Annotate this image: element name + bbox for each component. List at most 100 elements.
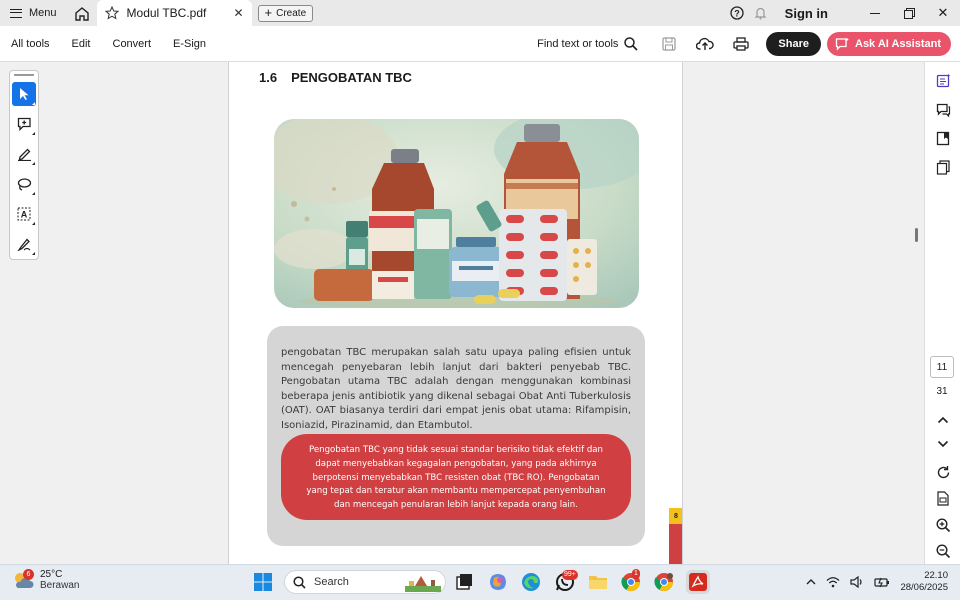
svg-text:A: A <box>21 210 28 220</box>
content-textbox: pengobatan TBC merupakan salah satu upay… <box>267 326 645 546</box>
page-number-tag: 8 <box>669 508 682 524</box>
star-icon[interactable] <box>104 6 119 20</box>
create-label: Create <box>276 7 307 19</box>
comment-plus-icon <box>17 117 31 131</box>
search-icon <box>624 36 639 51</box>
medicine-illustration <box>274 119 639 308</box>
copilot-icon[interactable] <box>488 572 508 592</box>
zoom-out-icon[interactable] <box>933 541 953 561</box>
weather-widget[interactable]: 25°C Berawan <box>12 569 79 591</box>
file-explorer-icon[interactable] <box>588 572 608 592</box>
menu-convert[interactable]: Convert <box>102 38 163 50</box>
ai-chat-icon <box>835 37 849 51</box>
section-number: 1.6 <box>259 70 278 85</box>
plus-icon: + <box>264 5 273 20</box>
previous-page-icon[interactable] <box>933 410 953 430</box>
notification-bell-icon[interactable] <box>749 0 773 26</box>
chrome-badge: 1 <box>632 569 640 579</box>
time: 22.10 <box>924 570 948 581</box>
search-highlight-icon <box>405 576 441 592</box>
page-thumbnails-icon[interactable] <box>933 157 953 177</box>
help-icon[interactable]: ? <box>725 0 749 26</box>
next-page-icon[interactable] <box>933 434 953 454</box>
ai-assistant-button[interactable]: Ask AI Assistant <box>827 31 951 56</box>
cursor-arrow-icon <box>20 88 29 100</box>
close-icon: ✕ <box>937 5 949 20</box>
total-pages: 31 <box>936 386 948 397</box>
print-icon[interactable] <box>726 29 756 59</box>
pen-icon <box>17 148 31 161</box>
main-toolbar: All tools Edit Convert E-Sign Find text … <box>0 26 960 62</box>
medicine-bottles-image <box>274 119 639 308</box>
restore-icon <box>903 7 915 19</box>
right-rail <box>924 62 960 564</box>
find-label: Find text or tools <box>537 37 619 50</box>
battery-icon[interactable] <box>874 576 890 588</box>
warning-callout: Pengobatan TBC yang tidak sesuai standar… <box>281 434 631 520</box>
text-box-tool[interactable]: A <box>12 202 36 226</box>
menu-edit[interactable]: Edit <box>61 38 102 50</box>
signature-pen-icon <box>17 238 30 251</box>
volume-icon[interactable] <box>850 576 864 588</box>
home-icon <box>74 6 89 21</box>
bookmarks-icon[interactable] <box>933 128 953 148</box>
windows-start-icon[interactable] <box>254 573 272 591</box>
find-tools-button[interactable]: Find text or tools <box>537 36 639 51</box>
menu-esign[interactable]: E-Sign <box>162 38 217 50</box>
task-view-icon[interactable] <box>454 572 474 592</box>
svg-text:?: ? <box>734 9 740 19</box>
search-label: Search <box>314 576 349 588</box>
menu-label: Menu <box>29 7 57 19</box>
ai-summary-icon[interactable] <box>933 70 953 90</box>
system-tray: 22.10 28/06/2025 <box>806 570 948 594</box>
comments-icon[interactable] <box>933 100 953 120</box>
sign-in-button[interactable]: Sign in <box>785 6 828 21</box>
add-comment-tool[interactable] <box>12 112 36 136</box>
weather-condition: Berawan <box>40 580 80 591</box>
section-heading: 1.6 PENGOBATAN TBC <box>259 70 412 85</box>
create-button[interactable]: + Create <box>257 4 314 22</box>
whatsapp-badge: 99+ <box>562 570 578 580</box>
hamburger-icon <box>10 8 22 18</box>
edge-browser-icon[interactable] <box>521 572 541 592</box>
taskbar-search[interactable]: Search <box>284 570 446 594</box>
sign-tool[interactable] <box>12 232 36 256</box>
save-icon[interactable] <box>654 29 684 59</box>
rotate-icon[interactable] <box>933 462 953 482</box>
zoom-in-icon[interactable] <box>933 515 953 535</box>
current-page-input[interactable]: 11 <box>930 356 954 378</box>
lasso-icon <box>17 178 31 191</box>
select-tool[interactable] <box>12 82 36 106</box>
title-bar: Menu Modul TBC.pdf ✕ + Create ? Sign in … <box>0 0 960 26</box>
menu-button[interactable]: Menu <box>0 0 67 26</box>
text-box-icon: A <box>17 207 31 221</box>
highlight-tool[interactable] <box>12 142 36 166</box>
menu-all-tools[interactable]: All tools <box>0 38 61 50</box>
body-paragraph: pengobatan TBC merupakan salah satu upay… <box>281 347 631 431</box>
restore-button[interactable] <box>892 0 926 26</box>
tray-expand-icon[interactable] <box>806 578 816 586</box>
ai-assistant-label: Ask AI Assistant <box>855 37 941 50</box>
search-icon <box>293 575 306 589</box>
acrobat-icon[interactable] <box>686 570 710 594</box>
vertical-scrollbar-thumb[interactable] <box>915 228 918 242</box>
wifi-icon[interactable] <box>826 576 840 588</box>
pdf-page: 1.6 PENGOBATAN TBC pengobatan TBC merupa… <box>228 62 683 564</box>
taskbar: 25°C Berawan 6 Search 99+ 1 22.10 28/06/… <box>0 564 960 600</box>
page-view-icon[interactable] <box>933 488 953 508</box>
chrome-profile-icon[interactable] <box>654 572 674 592</box>
close-tab-icon[interactable]: ✕ <box>233 6 243 20</box>
clock[interactable]: 22.10 28/06/2025 <box>900 570 948 594</box>
temperature: 25°C <box>40 569 63 580</box>
callout-text: Pengobatan TBC yang tidak sesuai standar… <box>306 445 606 511</box>
home-button[interactable] <box>67 0 97 26</box>
panel-grip[interactable] <box>14 74 34 76</box>
close-window-button[interactable]: ✕ <box>926 0 960 26</box>
tab-title: Modul TBC.pdf <box>126 6 207 20</box>
cloud-upload-icon[interactable] <box>690 29 720 59</box>
document-tab[interactable]: Modul TBC.pdf ✕ <box>96 0 252 26</box>
draw-tool[interactable] <box>12 172 36 196</box>
date: 28/06/2025 <box>900 582 948 593</box>
minimize-button[interactable] <box>858 0 892 26</box>
share-button[interactable]: Share <box>766 31 821 56</box>
